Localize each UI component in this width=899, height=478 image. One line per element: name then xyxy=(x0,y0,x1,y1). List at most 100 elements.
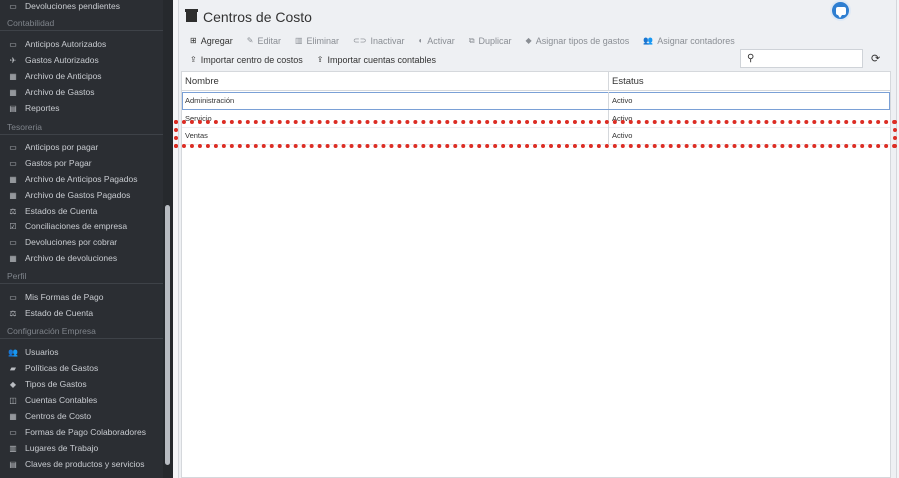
table-icon: ▤ xyxy=(9,103,17,113)
plane-icon: ✈ xyxy=(9,55,17,65)
sidebar-item-label: Anticipos Autorizados xyxy=(25,39,107,49)
duplicar-button[interactable]: ⧉ Duplicar xyxy=(469,36,512,46)
check-square-icon: ☑ xyxy=(9,221,17,231)
sidebar-section-perfil: Perfil xyxy=(0,269,163,284)
sidebar-item-devoluciones-por-cobrar[interactable]: ▭ Devoluciones por cobrar xyxy=(0,234,163,250)
sidebar-item-politicas-de-gastos[interactable]: ▰ Políticas de Gastos xyxy=(0,360,163,376)
page-title: Centros de Costo xyxy=(185,8,312,26)
sidebar: ▭ Devoluciones pendientes Contabilidad ▭… xyxy=(0,0,163,478)
asignar-tipos-button[interactable]: ◆ Asignar tipos de gastos xyxy=(526,36,630,46)
toolbar: ⊞ Agregar ✎ Editar ▥ Eliminar ⊂⊃ Inactiv… xyxy=(190,33,749,48)
search-box[interactable]: ⚲ xyxy=(740,49,863,68)
import-toolbar: ⇪ Importar centro de costos ⇪ Importar c… xyxy=(190,52,450,67)
cell-estatus: Activo xyxy=(608,110,890,127)
chat-button[interactable] xyxy=(830,0,851,21)
inactivar-button[interactable]: ⊂⊃ Inactivar xyxy=(353,36,404,46)
columns-icon: ◫ xyxy=(9,395,17,405)
sidebar-item-claves-productos-servicios[interactable]: ▤ Claves de productos y servicios xyxy=(0,456,163,472)
sidebar-item-estado-de-cuenta[interactable]: ⚖ Estado de Cuenta xyxy=(0,305,163,321)
credit-card-icon: ▭ xyxy=(9,292,17,302)
plus-square-icon: ⊞ xyxy=(190,36,197,45)
activar-button[interactable]: ◐ Activar xyxy=(418,36,454,46)
sidebar-item-anticipos-autorizados[interactable]: ▭ Anticipos Autorizados xyxy=(0,36,163,52)
sidebar-item-label: Archivo de Gastos xyxy=(25,87,95,97)
sidebar-item-usuarios[interactable]: 👥 Usuarios xyxy=(0,344,163,360)
sidebar-item-archivo-anticipos-pagados[interactable]: ▦ Archivo de Anticipos Pagados xyxy=(0,171,163,187)
sidebar-item-label: Archivo de devoluciones xyxy=(25,253,118,263)
table-row[interactable]: Administración Activo xyxy=(182,92,890,110)
sidebar-item-label: Conciliaciones de empresa xyxy=(25,221,128,231)
sidebar-item-label: Tipos de Gastos xyxy=(25,379,87,389)
sidebar-item-archivo-anticipos[interactable]: ▦ Archivo de Anticipos xyxy=(0,68,163,84)
money-icon: ▭ xyxy=(9,1,17,11)
users-icon: 👥 xyxy=(643,36,654,45)
credit-card-icon: ▭ xyxy=(9,427,17,437)
sidebar-item-label: Estado de Cuenta xyxy=(25,308,94,318)
archive-icon: ▦ xyxy=(9,87,17,97)
cost-centers-grid: Nombre Estatus Administración Activo Ser… xyxy=(181,71,891,478)
sidebar-scrollbar-thumb[interactable] xyxy=(165,205,170,465)
scale-icon: ⚖ xyxy=(9,308,17,318)
sidebar-item-label: Centros de Costo xyxy=(25,411,92,421)
sidebar-item-label: Formas de Pago Colaboradores xyxy=(25,427,146,437)
sidebar-item-archivo-gastos-pagados[interactable]: ▦ Archivo de Gastos Pagados xyxy=(0,187,163,203)
toggle-on-icon: ◐ xyxy=(418,36,424,45)
sidebar-item-label: Devoluciones por cobrar xyxy=(25,237,118,247)
sidebar-item-archivo-devoluciones[interactable]: ▦ Archivo de devoluciones xyxy=(0,250,163,266)
sidebar-item-label: Archivo de Anticipos xyxy=(25,71,102,81)
sidebar-item-label: Gastos por Pagar xyxy=(25,158,92,168)
users-icon: 👥 xyxy=(8,347,18,357)
importar-centro-button[interactable]: ⇪ Importar centro de costos xyxy=(190,55,303,65)
agregar-button[interactable]: ⊞ Agregar xyxy=(190,36,233,46)
upload-icon: ⇪ xyxy=(316,55,324,64)
column-header-estatus[interactable]: Estatus xyxy=(608,72,890,90)
sidebar-item-tipos-de-gastos[interactable]: ◆ Tipos de Gastos xyxy=(0,376,163,392)
inactivar-label: Inactivar xyxy=(370,35,405,46)
asignar-contadores-label: Asignar contadores xyxy=(657,35,735,46)
money-icon: ▭ xyxy=(9,158,17,168)
money-icon: ▭ xyxy=(9,39,17,49)
sidebar-item-centros-de-costo[interactable]: ▦ Centros de Costo xyxy=(0,408,163,424)
sidebar-item-label: Claves de productos y servicios xyxy=(25,459,145,469)
duplicar-label: Duplicar xyxy=(478,35,512,46)
sidebar-item-estados-de-cuenta[interactable]: ⚖ Estados de Cuenta xyxy=(0,203,163,219)
table-row[interactable]: Ventas Activo xyxy=(182,127,890,145)
eliminar-button[interactable]: ▥ Eliminar xyxy=(295,36,339,46)
sidebar-item-conciliaciones-empresa[interactable]: ☑ Conciliaciones de empresa xyxy=(0,218,163,234)
main-content: Centros de Costo ⊞ Agregar ✎ Editar ▥ El… xyxy=(173,0,899,478)
sidebar-item-cuentas-contables[interactable]: ◫ Cuentas Contables xyxy=(0,392,163,408)
cell-estatus: Activo xyxy=(608,92,890,109)
sidebar-item-label: Archivo de Gastos Pagados xyxy=(25,190,131,200)
sidebar-item-devoluciones-pendientes[interactable]: ▭ Devoluciones pendientes xyxy=(0,0,163,14)
archive-icon: ▦ xyxy=(9,253,17,263)
sidebar-item-label: Reportes xyxy=(25,103,60,113)
sidebar-item-gastos-autorizados[interactable]: ✈ Gastos Autorizados xyxy=(0,52,163,68)
sidebar-item-lugares-de-trabajo[interactable]: ▥ Lugares de Trabajo xyxy=(0,440,163,456)
sidebar-section-configuracion: Configuración Empresa xyxy=(0,324,163,339)
cell-nombre: Servicio xyxy=(185,114,212,123)
search-input[interactable] xyxy=(754,52,859,65)
sidebar-item-reportes[interactable]: ▤ Reportes xyxy=(0,100,163,116)
cart-icon: ▤ xyxy=(9,459,17,469)
archive-icon: ▦ xyxy=(9,190,17,200)
editar-button[interactable]: ✎ Editar xyxy=(247,36,281,46)
sidebar-item-label: Políticas de Gastos xyxy=(25,363,99,373)
sidebar-item-gastos-por-pagar[interactable]: ▭ Gastos por Pagar xyxy=(0,155,163,171)
refresh-icon[interactable]: ⟳ xyxy=(871,52,880,65)
sidebar-item-archivo-gastos[interactable]: ▦ Archivo de Gastos xyxy=(0,84,163,100)
archive-icon: ▦ xyxy=(9,71,17,81)
grid-header: Nombre Estatus xyxy=(182,72,890,91)
sidebar-item-label: Cuentas Contables xyxy=(25,395,98,405)
asignar-contadores-button[interactable]: 👥 Asignar contadores xyxy=(643,36,735,46)
importar-cuentas-button[interactable]: ⇪ Importar cuentas contables xyxy=(317,55,436,65)
sidebar-item-anticipos-por-pagar[interactable]: ▭ Anticipos por pagar xyxy=(0,139,163,155)
table-row[interactable]: Servicio Activo xyxy=(182,110,890,128)
chat-bubble-icon xyxy=(835,6,846,18)
cell-nombre: Administración xyxy=(185,96,235,105)
agregar-label: Agregar xyxy=(200,35,233,46)
edit-icon: ✎ xyxy=(246,36,254,45)
sidebar-item-label: Usuarios xyxy=(25,347,59,357)
sidebar-item-mis-formas-de-pago[interactable]: ▭ Mis Formas de Pago xyxy=(0,289,163,305)
column-header-nombre[interactable]: Nombre xyxy=(182,72,608,90)
sidebar-item-formas-pago-colaboradores[interactable]: ▭ Formas de Pago Colaboradores xyxy=(0,424,163,440)
